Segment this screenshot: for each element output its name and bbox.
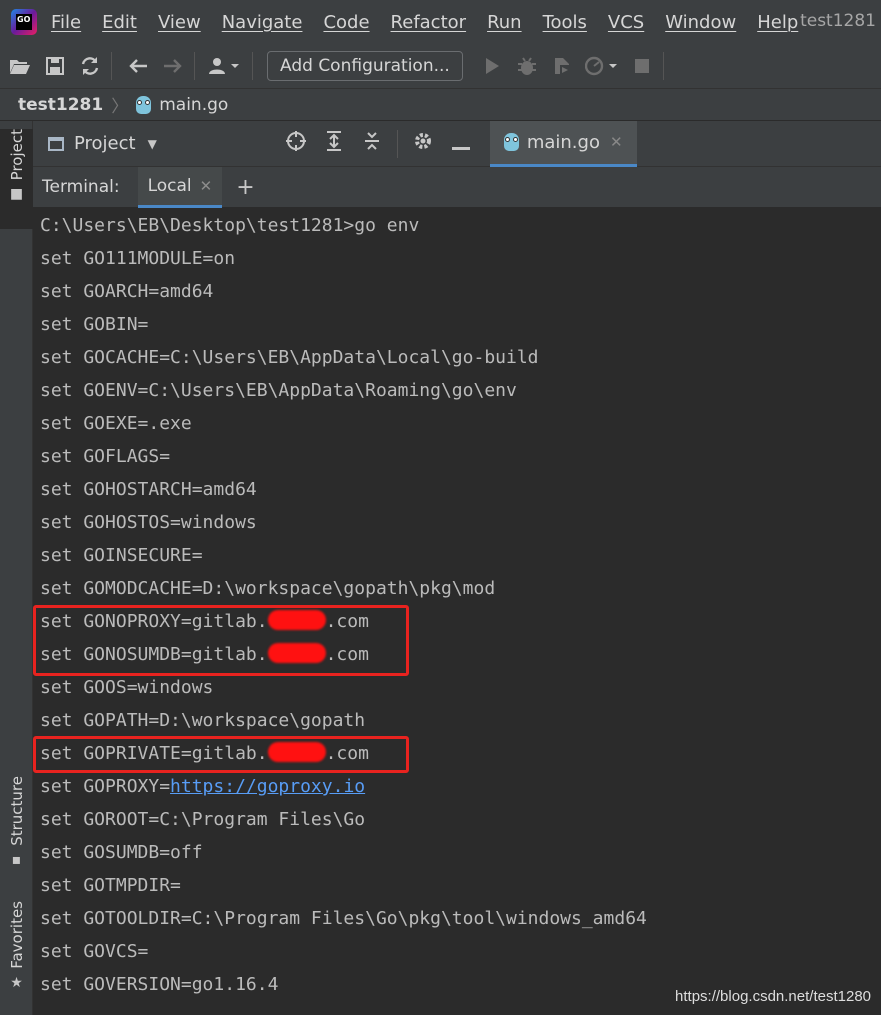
menu-help[interactable]: Help	[757, 12, 798, 33]
structure-icon: ▪	[11, 851, 22, 868]
debug-icon[interactable]	[512, 51, 542, 81]
watermark: https://blog.csdn.net/test1280	[675, 988, 871, 1005]
run-icon[interactable]	[477, 51, 507, 81]
main-toolbar: Add Configuration...	[0, 44, 881, 88]
gear-icon[interactable]	[404, 131, 442, 156]
terminal-line: set GOPATH=D:\workspace\gopath	[40, 710, 366, 731]
project-view-selector[interactable]: Project	[74, 133, 136, 154]
breadcrumb-file[interactable]: main.go	[159, 95, 228, 115]
terminal-line: set GO111MODULE=on	[40, 248, 236, 269]
terminal-line: set GOHOSTARCH=amd64	[40, 479, 257, 500]
menu-edit[interactable]: Edit	[102, 12, 137, 33]
highlight-box-noproxy-nosumdb	[33, 605, 409, 676]
save-icon[interactable]	[40, 51, 70, 81]
project-tool-header: Project ▼ main.go ✕	[33, 120, 881, 167]
terminal-line-goproxy: set GOPROXY=https://goproxy.io	[40, 772, 365, 802]
editor-tab-main-go[interactable]: main.go ✕	[489, 120, 637, 167]
terminal-line: set GOBIN=	[40, 314, 149, 335]
terminal-line: set GOVCS=	[40, 941, 149, 962]
terminal-line: set GOTMPDIR=	[40, 875, 181, 896]
user-dropdown-icon[interactable]	[206, 51, 246, 81]
terminal-line: set GOROOT=C:\Program Files\Go	[40, 809, 366, 830]
chevron-down-icon[interactable]: ▼	[148, 137, 157, 151]
stop-icon[interactable]	[627, 51, 657, 81]
menu-file[interactable]: File	[51, 12, 81, 33]
coverage-icon[interactable]	[547, 51, 577, 81]
terminal-tab-label: Local	[147, 175, 192, 196]
goproxy-text: set GOPROXY=	[40, 776, 171, 797]
project-tool-label: Project	[7, 129, 26, 181]
terminal-line: set GOSUMDB=off	[40, 842, 203, 863]
terminal-title: Terminal:	[42, 177, 120, 197]
terminal-line: set GOHOSTOS=windows	[40, 512, 257, 533]
close-icon[interactable]: ✕	[610, 133, 623, 151]
header-divider	[396, 129, 398, 158]
open-folder-icon[interactable]	[5, 51, 35, 81]
add-configuration-button[interactable]: Add Configuration...	[267, 51, 463, 81]
toolbar-divider	[194, 52, 195, 80]
minimize-icon[interactable]	[442, 132, 480, 156]
breadcrumb: test1281 〉 main.go	[0, 88, 881, 121]
goland-logo-icon	[11, 9, 37, 35]
go-file-icon	[136, 95, 152, 114]
terminal-line: set GOENV=C:\Users\EB\AppData\Roaming\go…	[40, 380, 517, 401]
back-arrow-icon[interactable]	[123, 51, 153, 81]
terminal-line: set GOTOOLDIR=C:\Program Files\Go\pkg\to…	[40, 908, 647, 929]
structure-tool-tab[interactable]: Structure ▪	[0, 776, 33, 876]
terminal-tab-local[interactable]: Local ✕	[137, 166, 223, 208]
profile-icon[interactable]	[582, 51, 622, 81]
menu-tools[interactable]: Tools	[543, 12, 587, 33]
project-window-icon	[48, 136, 64, 151]
collapse-all-icon[interactable]	[353, 130, 391, 157]
favorites-tool-tab[interactable]: Favorites ★	[0, 901, 33, 1006]
toolbar-divider	[662, 52, 664, 80]
terminal-tab-bar: Terminal: Local ✕ +	[33, 166, 881, 208]
menu-window[interactable]: Window	[665, 12, 736, 33]
close-icon[interactable]: ✕	[200, 177, 213, 195]
terminal-prompt: C:\Users\EB\Desktop\test1281>go env	[40, 215, 420, 236]
terminal-line: set GOEXE=.exe	[40, 413, 192, 434]
breadcrumb-project[interactable]: test1281	[18, 95, 103, 115]
menu-code[interactable]: Code	[323, 12, 369, 33]
add-terminal-icon[interactable]: +	[236, 175, 254, 200]
structure-tool-label: Structure	[7, 776, 26, 846]
menu-view[interactable]: View	[158, 12, 201, 33]
folder-icon: ■	[9, 186, 24, 203]
terminal-line: set GOOS=windows	[40, 677, 214, 698]
menu-run[interactable]: Run	[487, 12, 522, 33]
toolbar-divider	[111, 52, 112, 80]
menu-navigate[interactable]: Navigate	[222, 12, 303, 33]
sync-icon[interactable]	[75, 51, 105, 81]
goproxy-link[interactable]: https://goproxy.io	[170, 776, 365, 797]
window-title: test1281	[800, 11, 876, 31]
breadcrumb-separator-icon: 〉	[111, 97, 129, 117]
go-file-icon	[503, 133, 519, 151]
menu-refactor[interactable]: Refactor	[391, 12, 467, 33]
editor-tab-label: main.go	[526, 131, 600, 153]
menu-bar: File Edit View Navigate Code Refactor Ru…	[0, 0, 881, 44]
highlight-box-goprivate	[33, 736, 409, 773]
menu-vcs[interactable]: VCS	[608, 12, 644, 33]
star-icon: ★	[10, 974, 23, 991]
toolbar-divider	[252, 52, 253, 80]
favorites-tool-label: Favorites	[7, 901, 26, 969]
terminal-line: set GOVERSION=go1.16.4	[40, 974, 279, 995]
terminal-output[interactable]: C:\Users\EB\Desktop\test1281>go env set …	[33, 208, 881, 1015]
terminal-line: set GOMODCACHE=D:\workspace\gopath\pkg\m…	[40, 578, 496, 599]
locate-icon[interactable]	[277, 130, 315, 157]
terminal-line: set GOINSECURE=	[40, 545, 203, 566]
terminal-line: set GOFLAGS=	[40, 446, 171, 467]
forward-arrow-icon[interactable]	[158, 51, 188, 81]
terminal-line: set GOCACHE=C:\Users\EB\AppData\Local\go…	[40, 347, 539, 368]
project-tool-tab[interactable]: Project ■	[0, 129, 33, 229]
expand-all-icon[interactable]	[315, 130, 353, 157]
terminal-line: set GOARCH=amd64	[40, 281, 214, 302]
left-tool-strip: Project ■ Structure ▪ Favorites ★	[0, 121, 33, 1015]
